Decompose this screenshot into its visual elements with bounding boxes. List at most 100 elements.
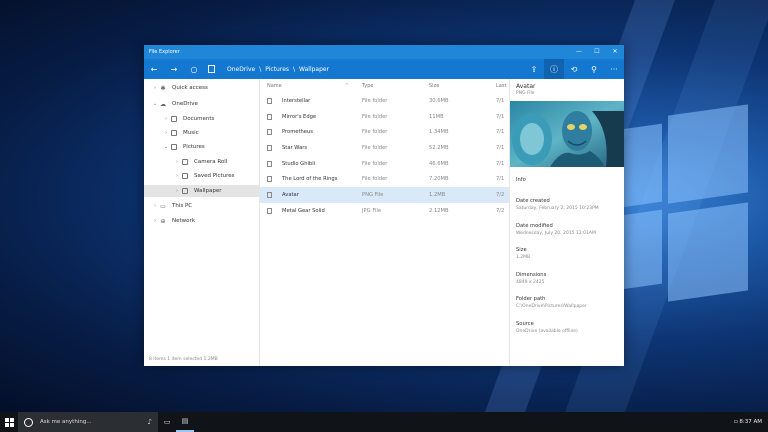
cortana-icon <box>24 417 33 427</box>
details-field-value: 4849 x 2425 <box>516 279 545 285</box>
close-button[interactable]: ✕ <box>606 45 624 59</box>
sort-icon: ^ <box>345 83 350 89</box>
file-date: 7/1 <box>496 97 505 104</box>
chevron-down-icon[interactable]: ⌄ <box>151 101 159 107</box>
file-date: 7/1 <box>496 113 505 120</box>
file-size: 30.6MB <box>429 97 449 104</box>
breadcrumb-item[interactable]: Wallpaper <box>299 66 329 73</box>
nav-item-music[interactable]: › Music <box>144 127 259 139</box>
nav-item-label: Wallpaper <box>194 188 222 194</box>
nav-item-documents[interactable]: › Documents <box>144 113 259 125</box>
task-view-icon[interactable]: ▭ <box>158 412 176 432</box>
nav-item-camera-roll[interactable]: › Camera Roll <box>144 156 259 168</box>
image-file-icon <box>267 207 272 214</box>
chevron-right-icon[interactable]: › <box>173 173 181 179</box>
file-row[interactable]: Mirror's Edge File folder 11MB 7/1 <box>260 109 509 125</box>
file-size: 1.34MB <box>429 129 449 136</box>
maximize-button[interactable]: ☐ <box>588 45 606 59</box>
nav-item-this-pc[interactable]: › ▭ This PC <box>144 200 259 212</box>
cloud-icon: ☁ <box>160 100 166 108</box>
file-type: File folder <box>362 113 388 120</box>
nav-item-wallpaper[interactable]: › Wallpaper <box>144 185 259 197</box>
chevron-right-icon[interactable]: › <box>151 203 159 209</box>
info-icon[interactable]: ⓘ <box>544 59 564 79</box>
details-field-value: OneDrive (available offline) <box>516 328 578 334</box>
file-icon <box>267 160 272 167</box>
file-type: JPG File <box>362 207 382 214</box>
start-button[interactable] <box>0 412 18 432</box>
column-type[interactable]: Type <box>362 83 373 89</box>
folder-icon <box>170 144 178 151</box>
column-date[interactable]: Last <box>496 83 506 89</box>
title-bar: File Explorer — ☐ ✕ <box>144 45 624 59</box>
file-type: File folder <box>362 176 388 183</box>
nav-item-pictures[interactable]: ⌄ Pictures <box>144 141 259 153</box>
file-row[interactable]: The Lord of the Rings File folder 7.20MB 7/… <box>260 172 509 188</box>
file-row[interactable]: Prometheus File folder 1.34MB 7/1 <box>260 124 509 140</box>
file-row[interactable]: Interstellar File folder 30.6MB 7/1 <box>260 93 509 109</box>
folder-icon <box>181 159 189 166</box>
chevron-right-icon[interactable]: › <box>162 130 170 136</box>
file-icon <box>267 176 272 183</box>
details-field-label: Folder path <box>516 296 546 302</box>
more-icon[interactable]: ··· <box>604 59 624 79</box>
nav-item-quick-access[interactable]: › ✱ Quick access <box>144 82 259 94</box>
file-name: Metal Gear Solid <box>282 207 325 214</box>
chevron-right-icon[interactable]: › <box>151 85 159 91</box>
settings-icon[interactable]: ⟲ <box>564 59 584 79</box>
file-type: File folder <box>362 160 388 167</box>
file-explorer-taskbar-icon[interactable]: ▤ <box>176 412 194 432</box>
notification-icon[interactable]: ▫ <box>734 418 738 425</box>
image-thumbnail <box>510 101 624 167</box>
minimize-button[interactable]: — <box>570 45 588 59</box>
navigation-pane: › ✱ Quick access ⌄ ☁ OneDrive › Documents › Music… <box>144 79 260 366</box>
breadcrumb-item[interactable]: Pictures <box>265 66 289 73</box>
details-file-type: PNG File <box>516 91 535 96</box>
cortana-search-box[interactable]: Ask me anything... ♪ <box>18 412 158 432</box>
file-date: 7/1 <box>496 160 505 167</box>
nav-item-network[interactable]: › ⊕ Network <box>144 215 259 227</box>
chevron-right-icon[interactable]: › <box>151 218 159 224</box>
breadcrumb: OneDrive \ Pictures \ Wallpaper <box>204 65 524 73</box>
file-name: The Lord of the Rings <box>282 176 338 183</box>
breadcrumb-item[interactable]: OneDrive <box>227 66 255 73</box>
nav-item-saved-pictures[interactable]: › Saved Pictures <box>144 170 259 182</box>
file-date: 7/1 <box>496 144 505 151</box>
file-name: Mirror's Edge <box>282 113 317 120</box>
back-icon[interactable]: ← <box>144 59 164 79</box>
file-name: Avatar <box>282 192 299 199</box>
file-name: Interstellar <box>282 97 311 104</box>
file-size: 7.20MB <box>429 176 449 183</box>
column-size[interactable]: Size <box>429 83 439 89</box>
toolbar: ← → ○ OneDrive \ Pictures \ Wallpaper ⇪ … <box>144 59 624 79</box>
file-row[interactable]: Avatar PNG File 1.2MB 7/2 <box>260 187 509 203</box>
column-name[interactable]: Name <box>267 83 282 89</box>
nav-item-label: Network <box>172 218 195 224</box>
details-file-name: Avatar <box>516 83 536 90</box>
details-field-value: Saturday, February 2, 2015 10:23PM <box>516 206 599 211</box>
file-date: 7/2 <box>496 192 505 199</box>
file-name: Prometheus <box>282 129 313 136</box>
window-title: File Explorer <box>149 49 180 55</box>
details-field-value: C:\OneDrive\Pictures\Wallpaper <box>516 304 587 309</box>
search-icon[interactable]: ⚲ <box>584 59 604 79</box>
windows-icon <box>4 417 14 427</box>
nav-item-onedrive[interactable]: ⌄ ☁ OneDrive <box>144 98 259 110</box>
file-date: 7/1 <box>496 176 505 183</box>
refresh-icon[interactable]: ○ <box>184 59 204 79</box>
chevron-down-icon[interactable]: ⌄ <box>162 144 170 150</box>
nav-item-label: This PC <box>172 203 193 209</box>
file-size: 52.2MB <box>429 144 449 151</box>
folder-icon <box>181 173 189 180</box>
chevron-right-icon[interactable]: › <box>173 188 181 194</box>
file-row[interactable]: Metal Gear Solid JPG File 2.12MB 7/2 <box>260 203 509 219</box>
share-icon[interactable]: ⇪ <box>524 59 544 79</box>
chevron-right-icon[interactable]: › <box>173 159 181 165</box>
file-row[interactable]: Star Wars File folder 52.2MB 7/1 <box>260 140 509 156</box>
search-placeholder: Ask me anything... <box>40 419 92 425</box>
file-row[interactable]: Studio Ghibli File folder 46.6MB 7/1 <box>260 156 509 172</box>
forward-icon[interactable]: → <box>164 59 184 79</box>
file-name: Star Wars <box>282 144 308 151</box>
microphone-icon[interactable]: ♪ <box>148 418 152 426</box>
chevron-right-icon[interactable]: › <box>162 116 170 122</box>
